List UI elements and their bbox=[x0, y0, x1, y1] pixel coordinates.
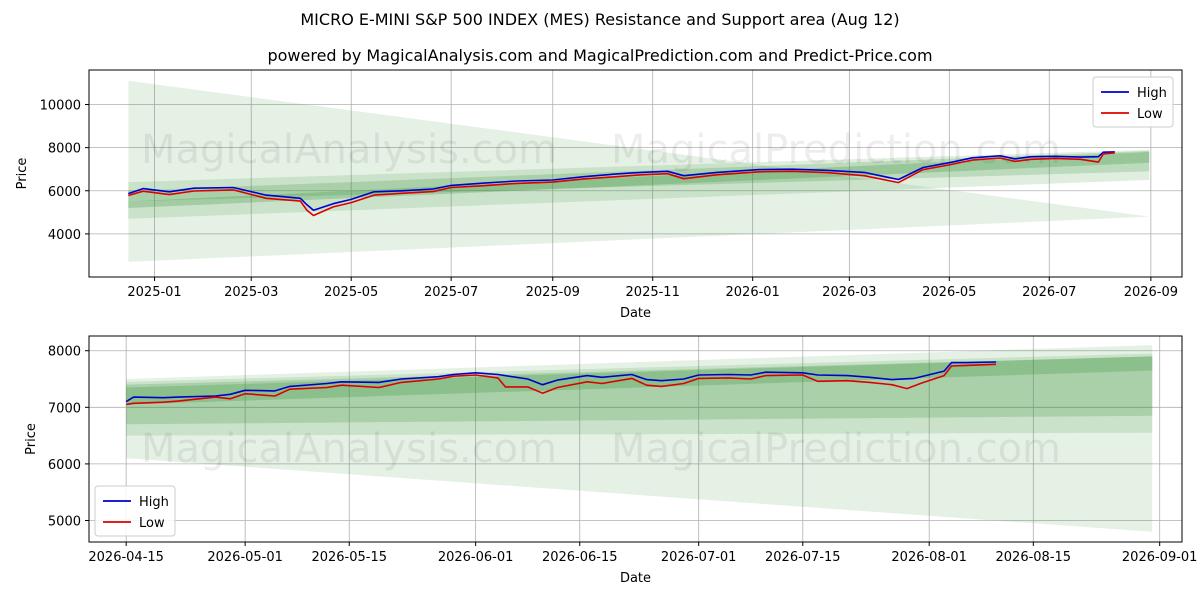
y-tick-label: 6000 bbox=[48, 458, 81, 473]
chart-canvas: MagicalAnalysis.com MagicalPrediction.com… bbox=[15, 69, 1198, 586]
x-axis-label: Date bbox=[620, 571, 651, 586]
watermark-right: MagicalPrediction.com bbox=[611, 426, 1061, 472]
legend-label-low: Low bbox=[139, 516, 165, 531]
x-tick-label: 2026-07-15 bbox=[765, 550, 841, 565]
x-tick-label: 2026-04-15 bbox=[88, 550, 164, 565]
x-tick-label: 2026-08-15 bbox=[996, 550, 1072, 565]
x-tick-label: 2026-09 bbox=[1124, 285, 1178, 300]
x-tick-label: 2025-05 bbox=[324, 285, 378, 300]
x-tick-label: 2026-06-01 bbox=[438, 550, 514, 565]
legend: High Low bbox=[94, 485, 176, 537]
watermark-left: MagicalAnalysis.com bbox=[141, 426, 557, 472]
x-tick-label: 2026-03 bbox=[822, 285, 876, 300]
watermark-right: MagicalPrediction.com bbox=[611, 127, 1061, 173]
y-tick-label: 6000 bbox=[48, 185, 81, 200]
y-tick-label: 8000 bbox=[48, 345, 81, 360]
x-axis-label: Date bbox=[620, 306, 651, 321]
x-tick-label: 2025-11 bbox=[626, 285, 680, 300]
x-tick-label: 2026-05 bbox=[922, 285, 976, 300]
watermark-left: MagicalAnalysis.com bbox=[141, 127, 557, 173]
x-tick-label: 2026-09-01 bbox=[1122, 550, 1198, 565]
y-axis-label: Price bbox=[24, 423, 39, 455]
x-tick-label: 2025-01 bbox=[127, 285, 181, 300]
legend-label-high: High bbox=[139, 495, 169, 510]
x-tick-label: 2026-05-15 bbox=[311, 550, 387, 565]
x-tick-label: 2026-07-01 bbox=[661, 550, 737, 565]
x-tick-label: 2026-06-15 bbox=[542, 550, 618, 565]
plot-2: MagicalAnalysis.com MagicalPrediction.com… bbox=[24, 335, 1198, 586]
y-tick-label: 4000 bbox=[48, 228, 81, 243]
legend: High Low bbox=[1092, 76, 1174, 128]
plot-1: MagicalAnalysis.com MagicalPrediction.com… bbox=[15, 69, 1183, 321]
legend-label-low: Low bbox=[1137, 107, 1163, 122]
x-tick-label: 2026-05-01 bbox=[207, 550, 283, 565]
y-axis-label: Price bbox=[15, 158, 30, 190]
y-tick-label: 7000 bbox=[48, 401, 81, 416]
legend-label-high: High bbox=[1137, 86, 1167, 101]
x-tick-label: 2025-09 bbox=[526, 285, 580, 300]
y-tick-label: 8000 bbox=[48, 142, 81, 157]
x-tick-label: 2026-08-01 bbox=[891, 550, 967, 565]
x-tick-label: 2026-07 bbox=[1022, 285, 1076, 300]
y-tick-label: 10000 bbox=[40, 99, 81, 114]
x-tick-label: 2025-07 bbox=[424, 285, 478, 300]
y-tick-label: 5000 bbox=[48, 514, 81, 529]
x-tick-label: 2025-03 bbox=[224, 285, 278, 300]
x-tick-label: 2026-01 bbox=[726, 285, 780, 300]
